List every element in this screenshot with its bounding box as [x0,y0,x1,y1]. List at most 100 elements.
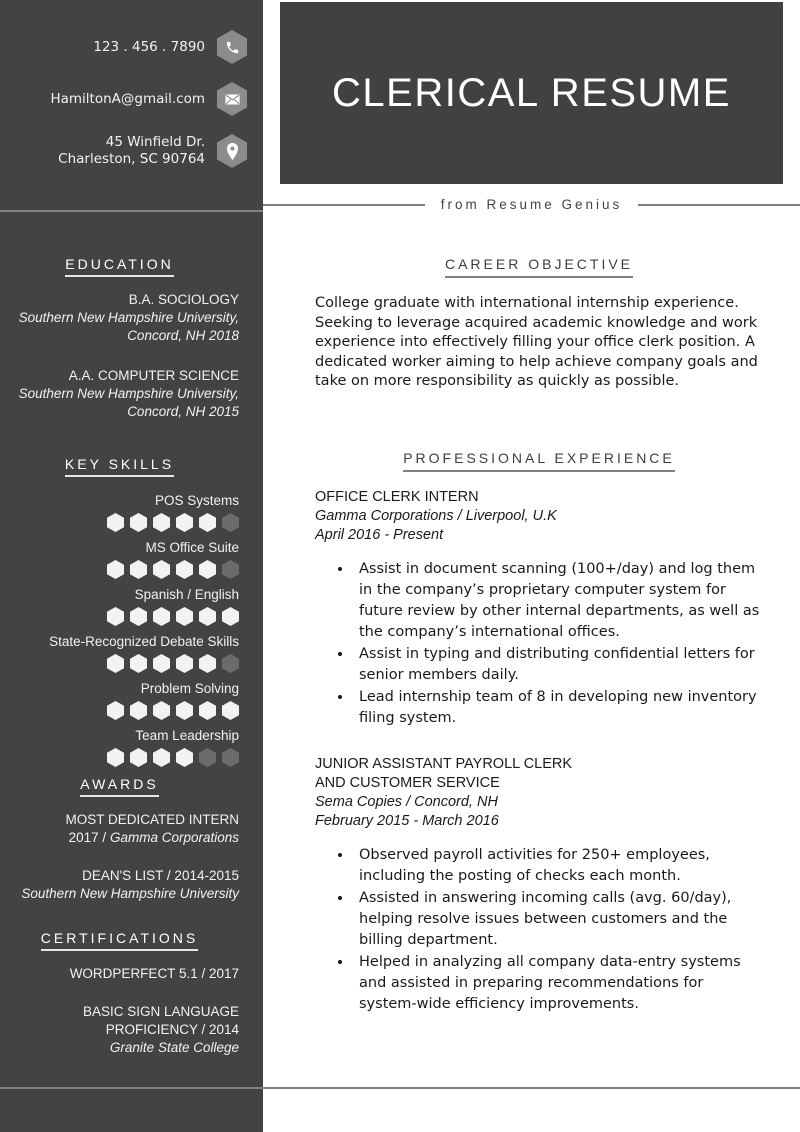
contact-item-email[interactable]: HamiltonA@gmail.com [0,82,247,116]
contact-phone-text: 123 . 456 . 7890 [93,38,205,55]
skill-dot-filled [176,654,193,673]
skill-dot-filled [153,513,170,532]
skill-dot-filled [130,607,147,626]
skill-dot-filled [199,513,216,532]
career-objective-heading: CAREER OBJECTIVE [444,256,634,278]
skill-item: MS Office Suite [0,538,239,581]
skill-dot-filled [176,701,193,720]
job-bullet: Observed payroll activities for 250+ emp… [353,845,763,887]
skill-dot-empty [222,560,239,579]
skill-rating [0,557,239,581]
title-banner: CLERICAL RESUME [280,2,783,184]
sidebar: 123 . 456 . 7890 HamiltonA@gmail.com 45 … [0,0,263,1132]
certifications-heading: CERTIFICATIONS [40,930,199,951]
skill-rating [0,604,239,628]
skill-label: Problem Solving [140,681,239,696]
award-detail: 2017 / Gamma Corporations [0,829,239,847]
resume-page: 123 . 456 . 7890 HamiltonA@gmail.com 45 … [0,0,800,1132]
award-entry: MOST DEDICATED INTERN 2017 / Gamma Corpo… [0,811,239,847]
contact-address-text: 45 Winfield Dr. Charleston, SC 90764 [58,134,205,167]
awards-heading: AWARDS [80,776,159,797]
job-bullet: Lead internship team of 8 in developing … [353,687,763,729]
skill-dot-filled [176,513,193,532]
education-degree: B.A. SOCIOLOGY [128,292,239,307]
sidebar-divider-top [0,210,263,212]
certification-title: BASIC SIGN LANGUAGE PROFICIENCY / 2014 [82,1004,239,1037]
award-title: MOST DEDICATED INTERN [65,812,239,827]
contact-email-text: HamiltonA@gmail.com [50,90,205,107]
skill-dot-filled [176,560,193,579]
section-professional-experience: PROFESSIONAL EXPERIENCE OFFICE CLERK INT… [315,450,763,1019]
tagline-text: from Resume Genius [440,197,623,212]
job-title: OFFICE CLERK INTERN [315,489,479,505]
skill-dot-filled [107,607,124,626]
skill-dot-filled [153,654,170,673]
skill-dot-filled [153,748,170,767]
contact-item-phone[interactable]: 123 . 456 . 7890 [0,30,247,64]
sidebar-divider-bottom [0,1087,263,1089]
skill-label: MS Office Suite [145,540,239,555]
certification-title: WORDPERFECT 5.1 / 2017 [69,966,239,981]
contact-item-address[interactable]: 45 Winfield Dr. Charleston, SC 90764 [0,134,247,168]
section-awards: AWARDS MOST DEDICATED INTERN 2017 / Gamm… [0,776,247,917]
skill-dot-filled [222,701,239,720]
education-school: Southern New Hampshire University, Conco… [18,386,239,419]
skill-dot-empty [222,748,239,767]
page-title: CLERICAL RESUME [332,70,731,115]
skill-item: POS Systems [0,491,239,534]
skill-item: Spanish / English [0,585,239,628]
key-skills-heading: KEY SKILLS [64,456,175,477]
skill-dot-filled [107,701,124,720]
job-company: Sema Copies / Concord, NH [315,794,498,810]
tagline-rule-right [638,203,800,206]
award-entry: DEAN'S LIST / 2014-2015 Southern New Ham… [0,867,239,903]
skill-dot-empty [222,513,239,532]
skill-item: Problem Solving [0,679,239,722]
skill-item: Team Leadership [0,726,239,769]
skill-dot-filled [107,513,124,532]
education-heading: EDUCATION [65,256,174,277]
section-certifications: CERTIFICATIONS WORDPERFECT 5.1 / 2017 BA… [0,930,247,1071]
skill-dot-empty [199,748,216,767]
skill-rating [0,651,239,675]
skill-rating [0,698,239,722]
education-entry: A.A. COMPUTER SCIENCE Southern New Hamps… [0,367,239,421]
professional-experience-heading: PROFESSIONAL EXPERIENCE [403,450,675,472]
skill-dot-filled [107,748,124,767]
education-entry: B.A. SOCIOLOGY Southern New Hampshire Un… [0,291,239,345]
education-degree: A.A. COMPUTER SCIENCE [68,368,239,383]
skill-dot-filled [222,607,239,626]
tagline-rule-left [263,203,425,206]
job-bullet: Assist in typing and distributing confid… [353,644,763,686]
award-title: DEAN'S LIST / 2014-2015 [82,868,239,883]
skill-dot-filled [107,560,124,579]
career-objective-text: College graduate with international inte… [315,295,758,389]
skill-dot-filled [199,701,216,720]
skill-dot-filled [199,607,216,626]
skill-dot-filled [153,560,170,579]
certification-entry: BASIC SIGN LANGUAGE PROFICIENCY / 2014 G… [0,1003,239,1057]
skill-dot-filled [176,748,193,767]
skill-dot-empty [222,654,239,673]
job-title: JUNIOR ASSISTANT PAYROLL CLERK AND CUSTO… [315,756,573,791]
job-entry: OFFICE CLERK INTERN Gamma Corporations /… [315,488,763,729]
skill-rating [0,510,239,534]
award-detail-italic: Gamma Corporations [109,830,239,845]
job-bullet: Assist in document scanning (100+/day) a… [353,559,763,643]
job-bullet: Assisted in answering incoming calls (av… [353,888,763,951]
skill-dot-filled [130,654,147,673]
skill-dot-filled [130,701,147,720]
skill-label: Spanish / English [134,587,239,602]
skill-dot-filled [130,748,147,767]
skill-dot-filled [199,560,216,579]
skill-label: State-Recognized Debate Skills [49,634,239,649]
skill-dot-filled [130,560,147,579]
skill-item: State-Recognized Debate Skills [0,632,239,675]
section-education: EDUCATION B.A. SOCIOLOGY Southern New Ha… [0,256,247,435]
section-career-objective: CAREER OBJECTIVE College graduate with i… [315,256,763,392]
contact-block: 123 . 456 . 7890 HamiltonA@gmail.com 45 … [0,30,247,186]
skill-dot-filled [130,513,147,532]
certification-entry: WORDPERFECT 5.1 / 2017 [0,965,239,983]
main-column: CLERICAL RESUME from Resume Genius CAREE… [263,0,800,1132]
skill-label: POS Systems [154,493,239,508]
